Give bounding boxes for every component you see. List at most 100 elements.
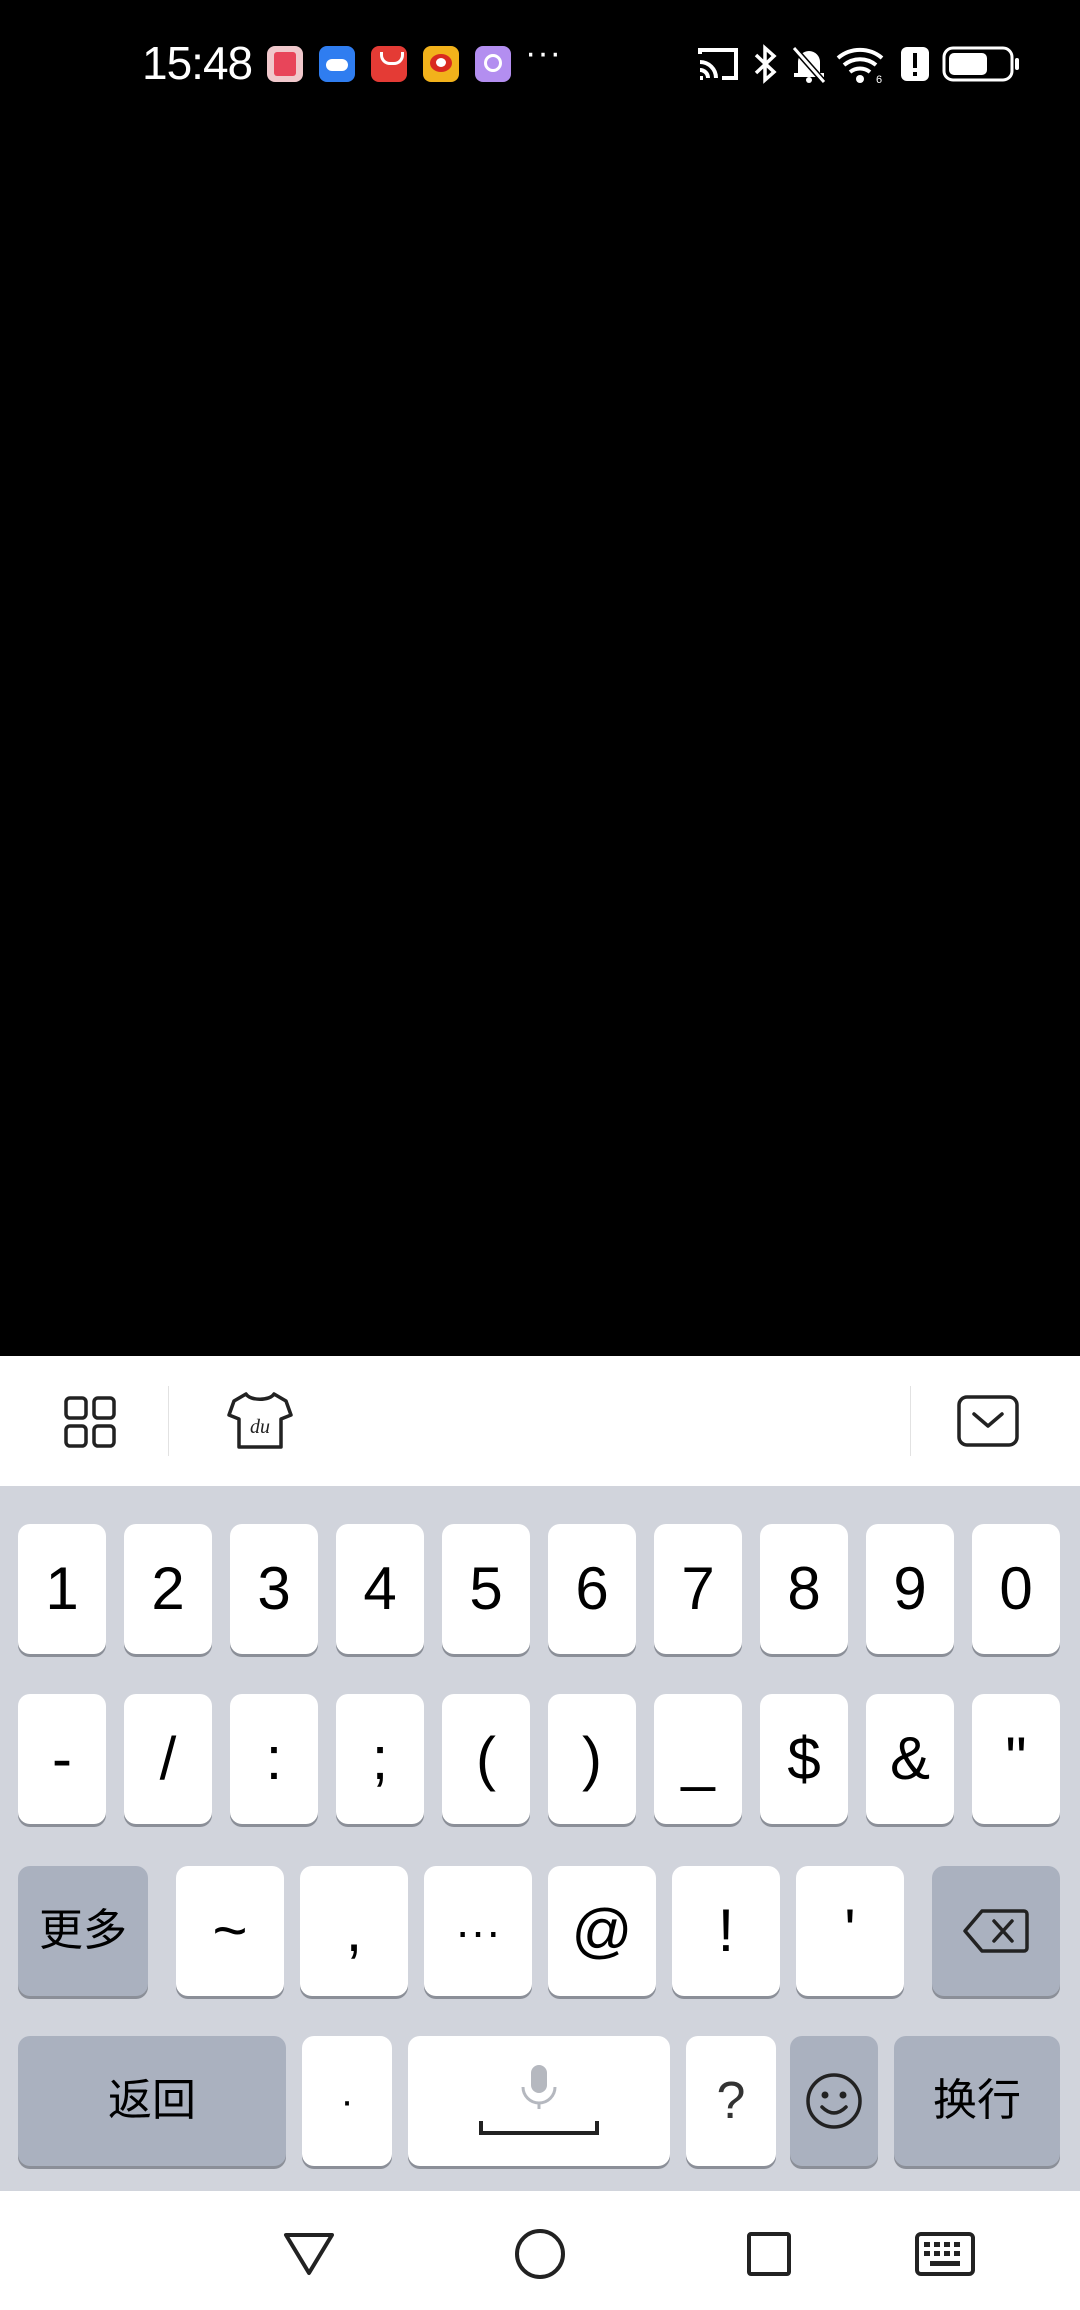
key-at[interactable]: @ <box>548 1866 656 1996</box>
cast-icon <box>698 48 738 80</box>
key-label: ( <box>476 1725 496 1792</box>
enter-key[interactable]: 换行 <box>894 2036 1060 2166</box>
toolbar-divider <box>168 1386 169 1456</box>
key-label: , <box>345 1897 363 1964</box>
key-1[interactable]: 1 <box>18 1524 106 1654</box>
alert-icon <box>901 47 929 81</box>
key-label: " <box>1005 1725 1027 1792</box>
keyboard-icon <box>915 2232 975 2276</box>
status-bar: 15:48 ··· 6 <box>0 0 1080 130</box>
keyboard-switch-button[interactable] <box>900 2209 990 2299</box>
backspace-icon <box>963 1909 1029 1953</box>
key-label: 6 <box>575 1555 609 1622</box>
toolbar-divider <box>910 1386 911 1456</box>
home-circle-icon <box>515 2229 565 2279</box>
key-question[interactable]: ? <box>686 2036 776 2166</box>
key-2[interactable]: 2 <box>124 1524 212 1654</box>
key-apostrophe[interactable]: ' <box>796 1866 904 1996</box>
app-content-area <box>0 130 1080 1356</box>
key-label: 2 <box>151 1555 185 1622</box>
key-label: ? <box>716 2072 746 2130</box>
key-label: ' <box>844 1897 856 1964</box>
key-8[interactable]: 8 <box>760 1524 848 1654</box>
key-label: ! <box>717 1897 735 1964</box>
key-dollar[interactable]: $ <box>760 1694 848 1824</box>
key-label: 8 <box>787 1555 821 1622</box>
key-double-quote[interactable]: " <box>972 1694 1060 1824</box>
key-hyphen[interactable]: - <box>18 1694 106 1824</box>
status-time: 15:48 <box>142 37 253 89</box>
back-key[interactable]: 返回 <box>18 2036 286 2166</box>
key-label: 0 <box>999 1555 1033 1622</box>
recents-square-icon <box>747 2232 791 2276</box>
bluetooth-icon <box>754 44 777 84</box>
key-label: @ <box>571 1897 633 1964</box>
key-label: - <box>52 1725 72 1792</box>
purple-app-icon <box>475 46 511 82</box>
mute-bell-icon <box>791 46 827 84</box>
key-5[interactable]: 5 <box>442 1524 530 1654</box>
key-6[interactable]: 6 <box>548 1524 636 1654</box>
navigation-bar <box>0 2191 1080 2310</box>
key-label: 9 <box>893 1555 927 1622</box>
more-notifications-indicator: ··· <box>525 34 562 72</box>
key-label: ; <box>371 1725 389 1792</box>
key-middle-dot[interactable]: · <box>302 2036 392 2166</box>
keyboard-toolbar: du <box>0 1356 1080 1486</box>
battery-icon <box>942 46 1019 82</box>
key-label: 7 <box>681 1555 715 1622</box>
microphone-space-icon <box>479 2065 599 2135</box>
key-close-paren[interactable]: ) <box>548 1694 636 1824</box>
key-label: 5 <box>469 1555 503 1622</box>
space-key[interactable] <box>408 2036 670 2166</box>
key-label: ~ <box>212 1897 248 1964</box>
back-button[interactable] <box>264 2209 354 2299</box>
key-label: 3 <box>257 1555 291 1622</box>
key-semicolon[interactable]: ; <box>336 1694 424 1824</box>
back-triangle-icon <box>284 2233 334 2275</box>
keyboard: 1 2 3 4 5 6 7 8 9 0 - / : ; ( ) _ $ & " … <box>0 1486 1080 2191</box>
key-label: $ <box>787 1725 821 1792</box>
key-7[interactable]: 7 <box>654 1524 742 1654</box>
key-0[interactable]: 0 <box>972 1524 1060 1654</box>
more-symbols-key[interactable]: 更多 <box>18 1866 148 1996</box>
collapse-keyboard-icon[interactable] <box>956 1394 1020 1448</box>
key-exclamation[interactable]: ! <box>672 1866 780 1996</box>
skin-shirt-icon[interactable]: du <box>226 1389 294 1453</box>
key-label: / <box>159 1725 177 1792</box>
key-underscore[interactable]: _ <box>654 1694 742 1824</box>
svg-text:du: du <box>250 1416 270 1438</box>
key-label: · <box>340 2079 354 2123</box>
key-9[interactable]: 9 <box>866 1524 954 1654</box>
key-label: 1 <box>45 1555 79 1622</box>
key-4[interactable]: 4 <box>336 1524 424 1654</box>
key-ellipsis[interactable]: ··· <box>424 1866 532 1996</box>
key-label: 更多 <box>39 1906 127 1955</box>
key-open-paren[interactable]: ( <box>442 1694 530 1824</box>
key-label: _ <box>681 1725 715 1792</box>
key-label: ) <box>582 1725 602 1792</box>
key-slash[interactable]: / <box>124 1694 212 1824</box>
apps-grid-icon[interactable] <box>63 1395 117 1449</box>
key-label: 返回 <box>108 2076 196 2125</box>
wifi-icon: 6 <box>836 47 884 84</box>
recents-button[interactable] <box>724 2209 814 2299</box>
key-colon[interactable]: : <box>230 1694 318 1824</box>
key-label: ··· <box>455 1905 501 1957</box>
key-tilde[interactable]: ~ <box>176 1866 284 1996</box>
key-3[interactable]: 3 <box>230 1524 318 1654</box>
svg-text:6: 6 <box>876 74 882 84</box>
key-label: 换行 <box>933 2076 1021 2125</box>
smiley-icon <box>806 2073 862 2129</box>
key-comma[interactable]: , <box>300 1866 408 1996</box>
weibo-app-icon <box>423 46 459 82</box>
backspace-key[interactable] <box>932 1866 1060 1996</box>
key-label: & <box>889 1725 931 1792</box>
red-envelope-app-icon <box>371 46 407 82</box>
emoji-key[interactable] <box>790 2036 878 2166</box>
key-label: 4 <box>363 1555 397 1622</box>
key-label: : <box>265 1725 283 1792</box>
cloud-app-icon <box>319 46 355 82</box>
home-button[interactable] <box>495 2209 585 2299</box>
key-ampersand[interactable]: & <box>866 1694 954 1824</box>
